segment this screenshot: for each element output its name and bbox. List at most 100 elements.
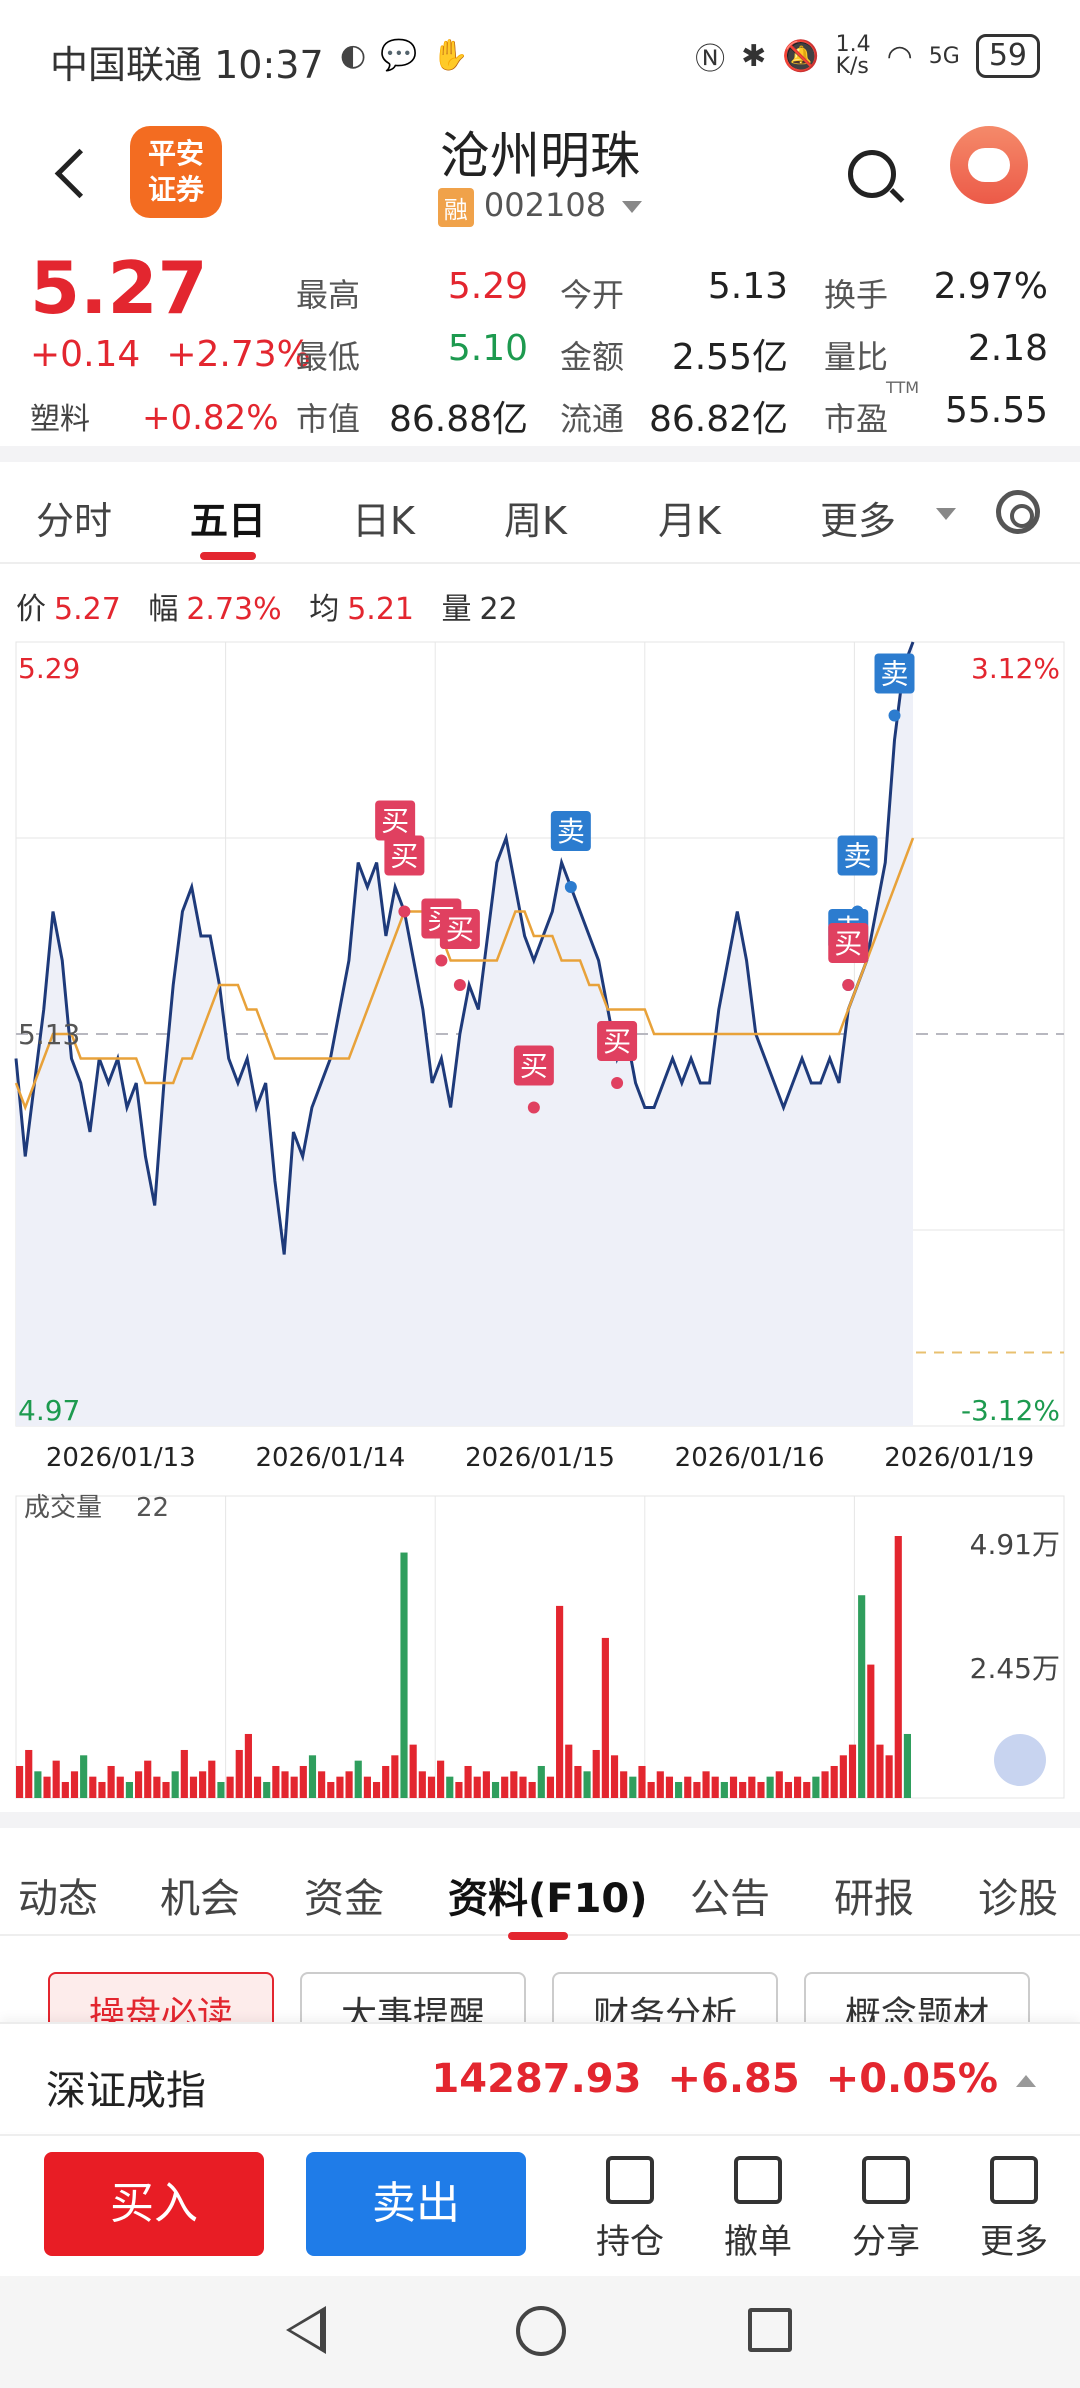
volume-bar bbox=[473, 1776, 481, 1798]
trade-marker-dot bbox=[564, 881, 577, 893]
volume-bar bbox=[336, 1776, 344, 1798]
info-tab-2[interactable]: 资金 bbox=[304, 1866, 384, 1924]
volume-bar bbox=[34, 1771, 42, 1798]
more-caret-icon bbox=[936, 508, 956, 520]
quote-field-label: 市值 bbox=[296, 400, 361, 438]
divider bbox=[0, 1812, 1080, 1828]
stock-code-line[interactable]: 融 002108 bbox=[0, 186, 1080, 227]
volume-bar bbox=[876, 1744, 884, 1798]
info-tab-5[interactable]: 研报 bbox=[834, 1866, 914, 1924]
search-icon[interactable] bbox=[848, 150, 896, 198]
volume-bar bbox=[766, 1776, 774, 1798]
index-values: 14287.93 +6.85 +0.05% bbox=[405, 2056, 1036, 2102]
sector-change: +0.82% bbox=[142, 398, 279, 438]
volume-bar bbox=[409, 1744, 417, 1798]
tab-4[interactable]: 月K bbox=[658, 490, 721, 545]
price-change: +0.14 +2.73% bbox=[30, 334, 311, 375]
volume-bar bbox=[656, 1771, 664, 1798]
nav-recents-icon[interactable] bbox=[748, 2308, 792, 2352]
volume-bar bbox=[162, 1781, 170, 1798]
volume-bar bbox=[25, 1749, 33, 1798]
f10-chip-3[interactable]: 概念题材 bbox=[804, 1972, 1030, 2022]
volume-bar bbox=[647, 1781, 655, 1798]
volume-bar bbox=[455, 1781, 463, 1798]
stock-header: 平安 证券 沧州明珠 融 002108 bbox=[0, 116, 1080, 246]
volume-bar bbox=[775, 1771, 783, 1798]
quote-field-value: 86.82亿 bbox=[648, 399, 788, 440]
volume-bar bbox=[684, 1776, 692, 1798]
f10-chip-0[interactable]: 操盘必读 bbox=[48, 1972, 274, 2022]
index-percent: +0.05% bbox=[825, 2056, 998, 2102]
undo-icon bbox=[734, 2156, 782, 2204]
f10-chip-1[interactable]: 大事提醒 bbox=[300, 1972, 526, 2022]
trade-marker-label: 卖 bbox=[844, 840, 872, 873]
tab-2[interactable]: 日K bbox=[352, 490, 415, 545]
f10-chip-2[interactable]: 财务分析 bbox=[552, 1972, 778, 2022]
trade-marker-label: 买 bbox=[520, 1050, 548, 1083]
volume-bar bbox=[61, 1781, 69, 1798]
volume-bar bbox=[757, 1781, 765, 1798]
volume-bar bbox=[199, 1771, 207, 1798]
index-ticker[interactable]: 深证成指 14287.93 +6.85 +0.05% bbox=[0, 2022, 1080, 2132]
info-tab-0[interactable]: 动态 bbox=[18, 1866, 98, 1924]
volume-bar bbox=[171, 1771, 179, 1798]
price-value: 5.27 bbox=[54, 592, 121, 627]
holdings-button[interactable]: 持仓 bbox=[580, 2156, 680, 2263]
quote-field-label: 流通 bbox=[560, 400, 625, 438]
y-label-bottom: 4.97 bbox=[18, 1394, 80, 1427]
tab-1[interactable]: 五日 bbox=[190, 490, 266, 560]
nfc-icon: Ⓝ bbox=[695, 42, 726, 77]
volume-bar bbox=[629, 1776, 637, 1798]
trade-marker-label: 买 bbox=[603, 1025, 631, 1058]
quote-field-value: 2.55亿 bbox=[671, 337, 788, 378]
info-tab-3[interactable]: 资料(F10) bbox=[448, 1866, 648, 1940]
change-percent: +2.73% bbox=[166, 334, 311, 375]
stock-name: 沧州明珠 bbox=[440, 127, 640, 185]
last-price: 5.27 bbox=[30, 246, 208, 330]
cancel-order-label: 撤单 bbox=[724, 2222, 792, 2262]
volume-bar bbox=[693, 1781, 701, 1798]
sell-button[interactable]: 卖出 bbox=[306, 2152, 526, 2256]
tab-0[interactable]: 分时 bbox=[36, 490, 112, 545]
tab-5[interactable]: 更多 bbox=[820, 490, 896, 545]
cancel-order-button[interactable]: 撤单 bbox=[708, 2156, 808, 2263]
share-button[interactable]: 分享 bbox=[836, 2156, 936, 2263]
buy-button[interactable]: 买入 bbox=[44, 2152, 264, 2256]
info-tab-1[interactable]: 机会 bbox=[160, 1866, 240, 1924]
net-speed: 1.4 K/s bbox=[835, 32, 871, 79]
sector-line[interactable]: 塑料 +0.82% bbox=[30, 394, 279, 438]
chevron-up-icon bbox=[1016, 2075, 1036, 2087]
nav-home-icon[interactable] bbox=[516, 2306, 566, 2356]
volume-bar bbox=[839, 1755, 847, 1798]
volume-bar bbox=[528, 1781, 536, 1798]
x-tick-label: 2026/01/14 bbox=[255, 1443, 405, 1473]
volume-bar bbox=[272, 1765, 280, 1798]
five-day-chart[interactable]: 买买买买买卖买卖买卖卖5.295.134.973.12%-3.12%2026/0… bbox=[0, 636, 1080, 1816]
volume-bar bbox=[748, 1776, 756, 1798]
volume-bar bbox=[134, 1771, 143, 1798]
bluetooth-icon: ✱ bbox=[741, 38, 767, 74]
volume-bar bbox=[812, 1776, 820, 1798]
volume-bar bbox=[382, 1765, 390, 1798]
info-tab-6[interactable]: 诊股 bbox=[978, 1866, 1058, 1924]
index-change: +6.85 bbox=[667, 2056, 800, 2102]
volume-bar bbox=[308, 1755, 317, 1798]
amp-value: 2.73% bbox=[186, 592, 282, 627]
more-button[interactable]: 更多 bbox=[964, 2156, 1064, 2263]
gear-icon[interactable] bbox=[996, 490, 1040, 534]
carrier-name: 中国联通 bbox=[50, 43, 203, 87]
assistant-avatar[interactable] bbox=[950, 126, 1028, 204]
status-bar: 中国联通 10:37 ◐ 💬 ✋ Ⓝ ✱ 🔕 1.4 K/s ◠ 5G 59 bbox=[0, 0, 1080, 116]
volume-bar bbox=[354, 1760, 362, 1798]
volume-bar bbox=[556, 1605, 564, 1798]
y-label-mid: 5.13 bbox=[18, 1018, 80, 1051]
f10-chips: 操盘必读 大事提醒 财务分析 概念题材 bbox=[0, 1972, 1080, 2022]
info-tab-4[interactable]: 公告 bbox=[690, 1866, 770, 1924]
volume-bar bbox=[858, 1595, 866, 1798]
quote-panel: 5.27 +0.14 +2.73% 塑料 +0.82% 最高 5.29 今开 5.13 换手… bbox=[0, 246, 1080, 446]
volume-bar bbox=[89, 1776, 97, 1798]
tab-3[interactable]: 周K bbox=[504, 490, 567, 545]
volume-bar bbox=[217, 1781, 225, 1798]
nav-back-icon[interactable] bbox=[286, 2306, 326, 2354]
y-right-bottom: -3.12% bbox=[961, 1394, 1060, 1427]
